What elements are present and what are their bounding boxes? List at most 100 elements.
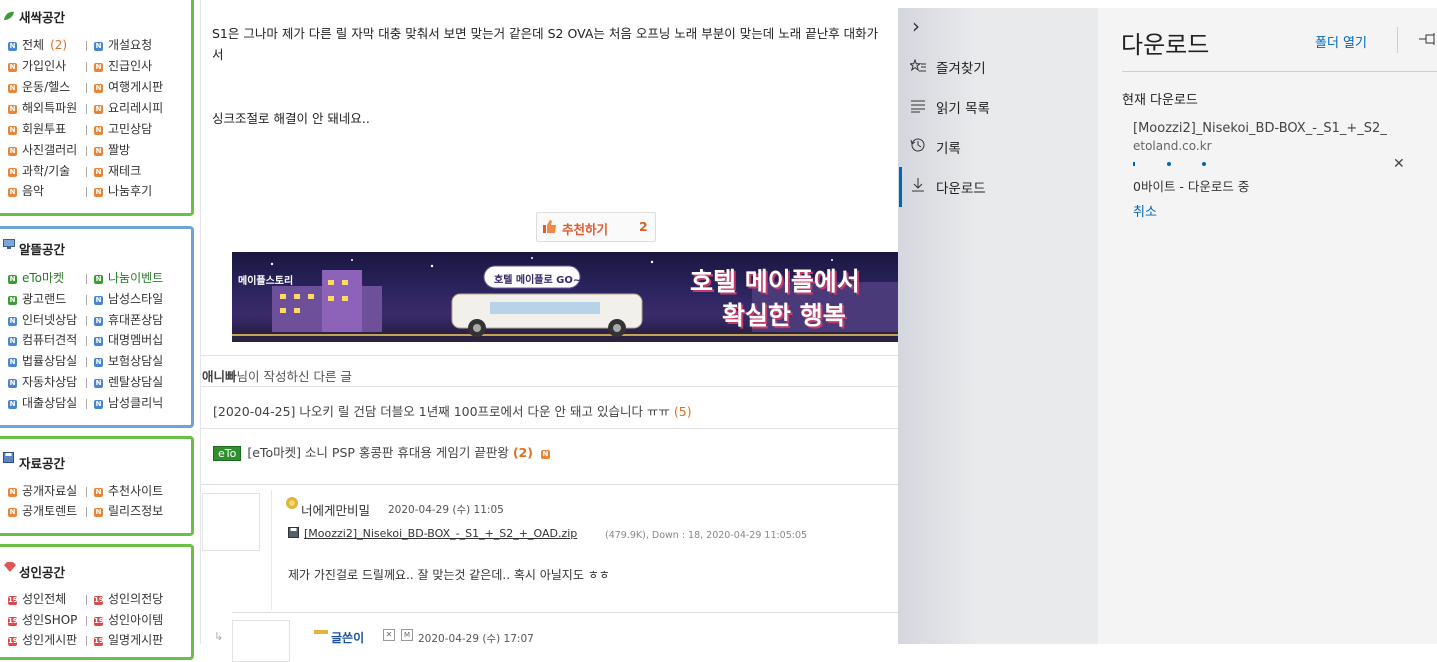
category-link[interactable]: N 고민상담 bbox=[94, 119, 152, 139]
download-item[interactable]: [Moozzi2]_Nisekoi_BD-BOX_-_S1_+_S2_ etol… bbox=[1123, 112, 1423, 224]
close-icon[interactable]: ✕ bbox=[1393, 156, 1405, 172]
category-link[interactable]: N 추천사이트 bbox=[94, 481, 163, 501]
category-link[interactable]: N 남성스타일 bbox=[94, 289, 163, 309]
category-link[interactable]: N 여행게시판 bbox=[94, 77, 163, 97]
separator bbox=[86, 146, 87, 156]
other-post-link[interactable]: [2020-04-25] 나오키 릴 건담 더블오 1년째 100프로에서 다운… bbox=[213, 401, 692, 420]
category-link[interactable]: 19 성인의전당 bbox=[94, 589, 163, 609]
category-link[interactable]: N 재테크 bbox=[94, 161, 141, 181]
category-link[interactable]: N 운동/헬스 bbox=[8, 77, 70, 97]
maplestory-banner[interactable]: 메이플스토리 호텔 메이플로 GO~ 호텔 메이플에서 확실한 행복 bbox=[232, 252, 898, 342]
category-link[interactable]: N 자동차상담 bbox=[8, 372, 77, 392]
hub-nav-label: 기록 bbox=[936, 141, 961, 157]
pin-icon[interactable] bbox=[1418, 32, 1437, 49]
new-badge-icon: N bbox=[94, 188, 103, 197]
other-post-link[interactable]: eTo [eTo마켓] 소니 PSP 홍콩판 휴대용 게임기 끝판왕 (2) N bbox=[213, 442, 555, 461]
memo-icon[interactable]: M bbox=[401, 629, 413, 641]
category-link[interactable]: N 보험상담실 bbox=[94, 351, 163, 371]
separator bbox=[86, 187, 87, 197]
category-link[interactable]: N 해외특파원 bbox=[8, 98, 77, 118]
comment-separator bbox=[271, 490, 272, 610]
hub-collapse-button[interactable]: › bbox=[912, 14, 920, 38]
category-link[interactable]: N 광고랜드 bbox=[8, 289, 66, 309]
category-link[interactable]: N 음악 bbox=[8, 181, 44, 201]
block-icon[interactable]: ✕ bbox=[383, 629, 395, 641]
hub-nav-favorites[interactable]: 즐겨찾기 bbox=[908, 57, 986, 81]
category-link[interactable]: N 릴리즈정보 bbox=[94, 501, 163, 521]
new-badge-icon: N bbox=[94, 168, 103, 177]
category-link[interactable]: N 회원투표 bbox=[8, 119, 66, 139]
downloads-title: 다운로드 bbox=[1121, 31, 1210, 59]
hub-nav-downloads[interactable]: 다운로드 bbox=[910, 177, 986, 201]
other-post-title: [eTo마켓] 소니 PSP 홍콩판 휴대용 게임기 끝판왕 bbox=[247, 445, 509, 460]
separator bbox=[86, 595, 87, 605]
new-badge-icon: N bbox=[94, 488, 103, 497]
category-link[interactable]: N 진급인사 bbox=[94, 56, 152, 76]
category-link[interactable]: N 요리레시피 bbox=[94, 98, 163, 118]
category-link[interactable]: 19 성인아이템 bbox=[94, 610, 163, 630]
new-badge-icon: N bbox=[8, 275, 17, 284]
recommend-button[interactable]: 추천하기 2 bbox=[536, 212, 656, 242]
gem-icon bbox=[3, 561, 16, 572]
new-badge-icon: N bbox=[8, 317, 17, 326]
category-link[interactable]: N 법률상담실 bbox=[8, 351, 77, 371]
category-link[interactable]: N 짤방 bbox=[94, 140, 130, 160]
new-badge-icon: N bbox=[8, 379, 17, 388]
hub-nav-history[interactable]: 기록 bbox=[910, 137, 961, 161]
new-badge-icon: N bbox=[94, 147, 103, 156]
category-label: 과학/기술 bbox=[22, 164, 71, 178]
new-badge-icon: N bbox=[8, 126, 17, 135]
comment-nickname[interactable]: 너에게만비밀 bbox=[301, 500, 370, 519]
category-link[interactable]: N 사진갤러리 bbox=[8, 140, 77, 160]
divider bbox=[201, 386, 898, 387]
category-label: 여행게시판 bbox=[108, 80, 164, 94]
category-link[interactable]: N 가입인사 bbox=[8, 56, 66, 76]
hub-nav-reading-list[interactable]: 읽기 목록 bbox=[910, 97, 990, 121]
new-badge-icon: N bbox=[94, 84, 103, 93]
category-link[interactable]: 19 성인게시판 bbox=[8, 630, 77, 650]
hub-nav-label: 즐겨찾기 bbox=[936, 61, 986, 77]
progress-dot bbox=[1133, 162, 1135, 166]
active-indicator bbox=[899, 167, 902, 207]
category-link[interactable]: N 나눔후기 bbox=[94, 181, 152, 201]
category-label: eTo마켓 bbox=[22, 271, 65, 285]
new-badge-icon: N bbox=[94, 508, 103, 517]
category-link[interactable]: 19 성인전체 bbox=[8, 589, 66, 609]
separator bbox=[86, 316, 87, 326]
category-link[interactable]: N 과학/기술 bbox=[8, 161, 70, 181]
category-link[interactable]: N 개설요청 bbox=[94, 35, 152, 55]
recommend-label: 추천하기 bbox=[562, 222, 609, 237]
new-badge-icon: N bbox=[540, 450, 550, 459]
separator bbox=[86, 507, 87, 517]
comment-nickname[interactable]: 글쓴이 bbox=[331, 629, 364, 646]
category-link[interactable]: N 전체 (2) bbox=[8, 35, 67, 55]
comment-count: (2) bbox=[512, 445, 533, 460]
category-link[interactable]: 19 일명게시판 bbox=[94, 630, 163, 650]
attachment-link[interactable]: [Moozzi2]_Nisekoi_BD-BOX_-_S1_+_S2_+_OAD… bbox=[304, 527, 577, 540]
category-link[interactable]: N 나눔이벤트 bbox=[94, 268, 163, 288]
banner-headline: 호텔 메이플에서 bbox=[690, 267, 860, 296]
adult-badge-icon: 19 bbox=[8, 617, 18, 626]
download-icon bbox=[910, 177, 926, 201]
separator bbox=[86, 125, 87, 135]
category-link[interactable]: N 렌탈상담실 bbox=[94, 372, 163, 392]
new-badge-icon: N bbox=[8, 188, 17, 197]
divider bbox=[201, 355, 898, 356]
recommend-count: 2 bbox=[639, 219, 648, 234]
category-link[interactable]: N 인터넷상담 bbox=[8, 310, 77, 330]
open-folder-link[interactable]: 폴더 열기 bbox=[1315, 32, 1367, 51]
download-cancel-link[interactable]: 취소 bbox=[1133, 201, 1157, 220]
box-title: 성인공간 bbox=[19, 565, 66, 580]
category-link[interactable]: NeTo마켓 bbox=[8, 268, 64, 288]
category-link[interactable]: N 대명멤버십 bbox=[94, 330, 163, 350]
category-label: 공개자료실 bbox=[22, 484, 78, 498]
category-link[interactable]: N 컴퓨터견적 bbox=[8, 330, 77, 350]
category-label: 운동/헬스 bbox=[22, 80, 71, 94]
category-link[interactable]: N 남성클리닉 bbox=[94, 393, 163, 413]
category-link[interactable]: N 공개자료실 bbox=[8, 481, 77, 501]
category-link[interactable]: N 대출상담실 bbox=[8, 393, 77, 413]
category-link[interactable]: 19 성인SHOP bbox=[8, 610, 77, 630]
category-link[interactable]: N 휴대폰상담 bbox=[94, 310, 163, 330]
category-link[interactable]: N 공개토렌트 bbox=[8, 501, 77, 521]
medal-icon bbox=[283, 496, 301, 513]
